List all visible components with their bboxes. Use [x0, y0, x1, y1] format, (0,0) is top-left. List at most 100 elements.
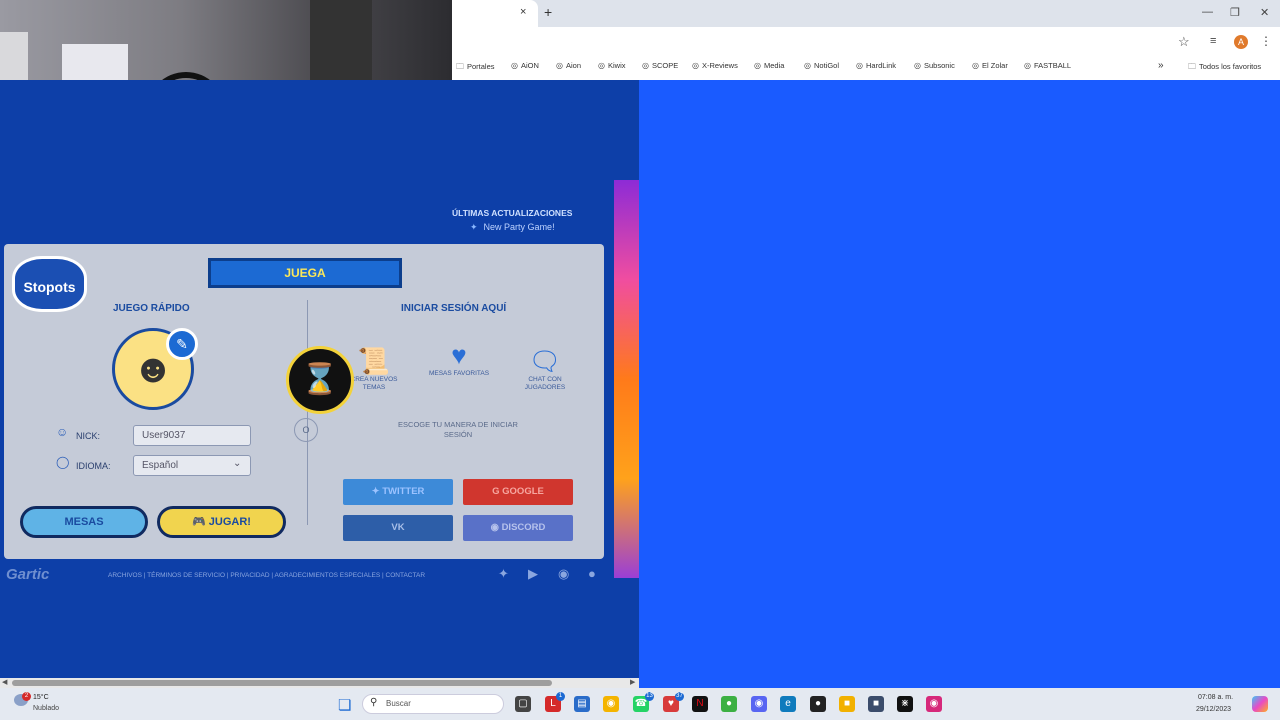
weather-temperature: 15°C [33, 694, 49, 701]
bookmark-item[interactable]: Kiwix [598, 61, 626, 70]
bookmark-item[interactable]: X-Reviews [692, 61, 738, 70]
bookmark-item[interactable]: El Zolar [972, 61, 1008, 70]
search-icon: ⚲ [370, 697, 378, 708]
app-icon[interactable]: ● [810, 696, 826, 712]
menu-kebab-icon[interactable]: ⋮ [1260, 34, 1272, 48]
bookmark-item[interactable]: SCOPE [642, 61, 678, 70]
discord-icon: ◉ [490, 522, 502, 533]
gartic-logo[interactable]: Gartic [6, 566, 49, 583]
choose-login-text: ESCOGE TU MANERA DE INICIAR SESIÓN [398, 420, 518, 439]
address-bar[interactable] [452, 27, 1280, 56]
mesas-button[interactable]: MESAS [20, 506, 148, 538]
bookmarks-bar: Portales AiON Aion Kiwix SCOPE X-Reviews… [452, 56, 1280, 78]
browser-tab[interactable]: × [452, 0, 538, 27]
feature-label: CHAT CON JUGADORES [524, 376, 566, 391]
file-explorer-icon[interactable]: ▤ [574, 696, 590, 712]
edit-avatar-button[interactable]: ✎ [166, 328, 198, 360]
clock-time[interactable]: 07:08 a. m. [1198, 694, 1233, 701]
app-icon[interactable]: ■ [868, 696, 884, 712]
bookmark-item[interactable]: NotiGol [804, 61, 839, 70]
clock-date[interactable]: 29/12/2023 [1196, 706, 1231, 713]
new-tab-button[interactable]: + [544, 4, 552, 20]
twitter-icon[interactable]: ✦ [498, 566, 509, 582]
minimize-icon[interactable]: — [1202, 6, 1213, 18]
jugar-label: JUGAR! [208, 516, 251, 528]
discord-icon[interactable]: ◉ [751, 696, 767, 712]
panel-divider [307, 300, 308, 525]
feature-chat-players: 🗨 CHAT CON JUGADORES [512, 346, 578, 392]
instagram-icon[interactable]: ◉ [926, 696, 942, 712]
play-ribbon: JUEGA [208, 258, 402, 288]
footer-links[interactable]: ARCHIVOS | TÉRMINOS DE SERVICIO | PRIVAC… [108, 572, 425, 579]
close-tab-icon[interactable]: × [520, 6, 526, 18]
nick-input[interactable]: User9037 [133, 425, 251, 446]
google-login-button[interactable]: G GOOGLE [463, 479, 573, 505]
twitter-icon: ✦ [470, 222, 478, 232]
taskbar-search[interactable] [362, 694, 504, 714]
updates-item[interactable]: ✦ New Party Game! [470, 222, 555, 233]
language-icon: ◯ [56, 455, 70, 469]
bookmark-item[interactable]: AiON [511, 61, 539, 70]
bookmark-item[interactable]: Portales [456, 61, 495, 75]
jugar-button[interactable]: 🎮 JUGAR! [157, 506, 286, 538]
capcut-icon[interactable]: ⋇ [897, 696, 913, 712]
bookmark-star-icon[interactable]: ☆ [1178, 34, 1190, 50]
nick-label: NICK: [76, 431, 101, 441]
tab-strip: × + — ❐ ✕ [452, 0, 1280, 27]
browser-chrome: × + — ❐ ✕ ☆ ≡ A ⋮ Portales AiON Aion Kiw… [452, 0, 1280, 80]
discord-icon[interactable]: ● [588, 566, 596, 581]
more-bookmarks-chevron-icon[interactable]: » [1158, 60, 1164, 71]
feature-label: CREA NUEVOS TEMAS [350, 376, 398, 391]
copilot-icon[interactable] [1252, 696, 1268, 712]
task-view-icon[interactable]: ▢ [515, 696, 531, 712]
weather-condition: Nublado [33, 705, 60, 712]
bookmark-item[interactable]: Media [754, 61, 784, 70]
folder-icon[interactable]: ■ [839, 696, 855, 712]
updates-item-text: New Party Game! [483, 222, 555, 232]
vk-login-button[interactable]: VK [343, 515, 453, 541]
discord-login-button[interactable]: ◉ DISCORD [463, 515, 573, 541]
whatsapp-badge: 13 [645, 692, 654, 701]
twitter-icon: ✦ [371, 486, 383, 497]
discord-label: DISCORD [501, 522, 546, 533]
updates-title: ÚLTIMAS ACTUALIZACIONES [452, 208, 573, 218]
media-control-icon[interactable]: ≡ [1210, 35, 1216, 47]
youtube-icon[interactable]: ▶ [528, 566, 538, 582]
hourglass-loading-icon: ⌛ [286, 346, 354, 414]
vk-label: VK [391, 522, 405, 533]
side-ad-banner[interactable] [614, 180, 639, 578]
all-favorites-folder[interactable]: Todos los favoritos [1188, 61, 1261, 75]
heart-icon: ♥ [451, 340, 467, 370]
scroll-right-icon[interactable]: ▶ [630, 678, 635, 686]
netflix-icon[interactable]: N [692, 696, 708, 712]
feature-favorite-tables: ♥ MESAS FAVORITAS [416, 340, 502, 378]
windows-start-icon[interactable]: ❏ [338, 696, 351, 714]
app-icon[interactable]: ● [721, 696, 737, 712]
bookmark-item[interactable]: HardLink [856, 61, 896, 70]
bookmark-item[interactable]: Aion [556, 61, 581, 70]
scroll-left-icon[interactable]: ◀ [2, 678, 7, 686]
google-icon: G [492, 486, 503, 497]
twitter-login-button[interactable]: ✦ TWITTER [343, 479, 453, 505]
login-title: INICIAR SESIÓN AQUÍ [401, 303, 507, 314]
instagram-icon[interactable]: ◉ [558, 566, 569, 582]
app-badge: 37 [675, 692, 684, 701]
feature-label: MESAS FAVORITAS [428, 370, 490, 377]
quick-game-title: JUEGO RÁPIDO [113, 303, 190, 314]
edge-icon[interactable]: e [780, 696, 796, 712]
profile-avatar[interactable]: A [1234, 35, 1248, 49]
language-label: IDIOMA: [76, 461, 111, 471]
weather-badge: 2 [22, 692, 31, 701]
bookmark-item[interactable]: FASTBALL [1024, 61, 1071, 70]
chrome-icon[interactable]: ◉ [603, 696, 619, 712]
or-separator: O [294, 418, 318, 442]
chat-icon: 🗨 [528, 346, 562, 376]
scrollbar-thumb[interactable] [12, 680, 552, 686]
close-window-icon[interactable]: ✕ [1260, 6, 1269, 19]
bookmark-item[interactable]: Subsonic [914, 61, 955, 70]
google-label: GOOGLE [502, 486, 544, 497]
twitter-label: TWITTER [382, 486, 425, 497]
mesas-label: MESAS [64, 516, 104, 528]
restore-icon[interactable]: ❐ [1230, 6, 1240, 19]
stopots-logo: Stopots [12, 256, 87, 312]
